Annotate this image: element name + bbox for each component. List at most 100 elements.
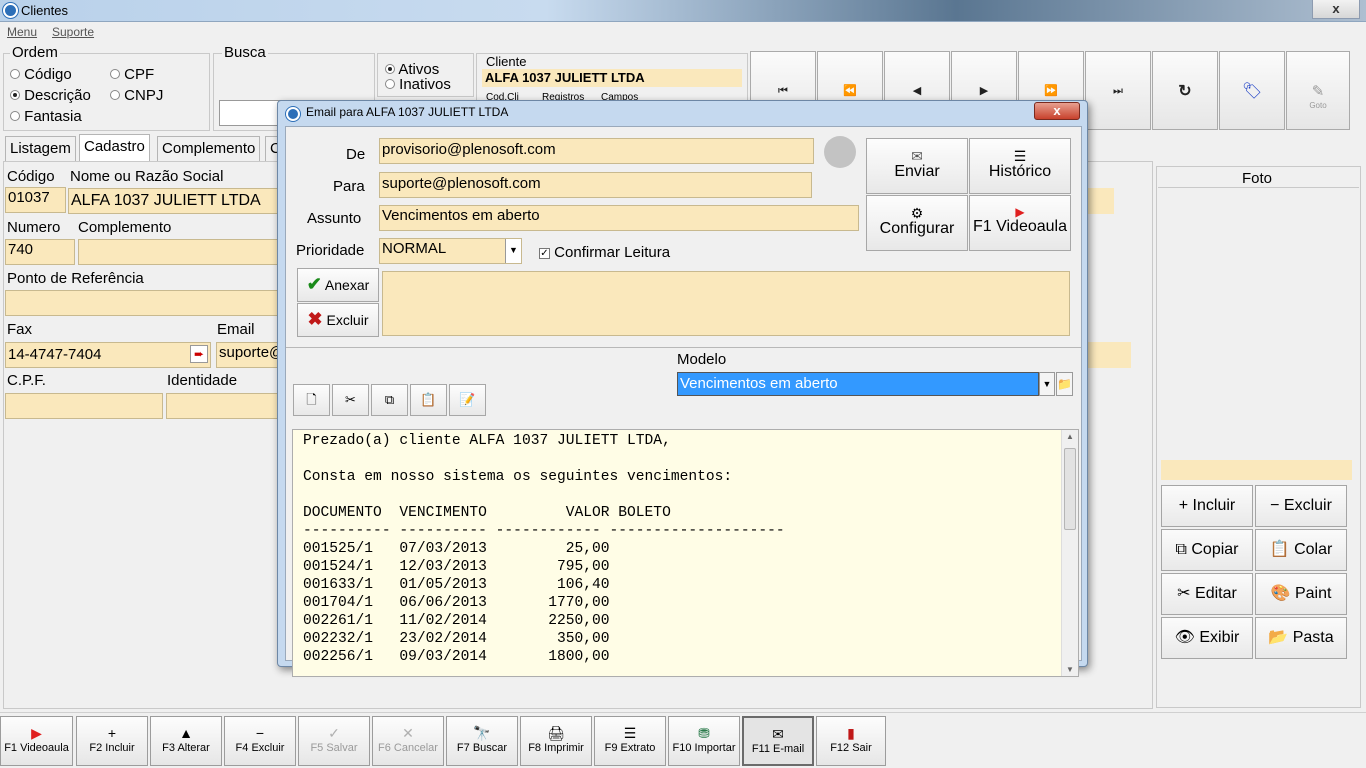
foto-copiar-button[interactable]: ⧉ Copiar (1161, 529, 1253, 571)
foto-exibir-button[interactable]: 👁 Exibir (1161, 617, 1253, 659)
f4-label: F4 Excluir (235, 742, 285, 754)
divider (286, 347, 1081, 348)
email-field[interactable]: suporte@ (216, 342, 280, 368)
fax-value: 14-4747-7404 (8, 346, 102, 363)
f7-button[interactable]: 🔭 F7 Buscar (446, 716, 518, 766)
tab-complemento[interactable]: Complemento (157, 136, 261, 161)
para-label: Para (333, 178, 365, 195)
checkmark-icon[interactable]: ✓ (539, 247, 550, 259)
radio-ativos[interactable]: Ativos (385, 62, 439, 77)
chevron-down-icon[interactable]: ▼ (1039, 372, 1055, 396)
f6-icon: ✕ (402, 725, 414, 741)
identidade-field[interactable] (166, 393, 280, 419)
email-body-text[interactable]: Prezado(a) cliente ALFA 1037 JULIETT LTD… (293, 430, 1078, 666)
minus-icon: − (1270, 497, 1280, 514)
new-document-button[interactable]: 🗋 (293, 384, 330, 416)
attachments-list[interactable] (382, 271, 1070, 336)
radio-inativos-button[interactable] (385, 79, 395, 89)
tab-listagem[interactable]: Listagem (5, 136, 76, 161)
copy-icon: ⧉ (384, 392, 395, 407)
codigo-field[interactable]: 01037 (5, 187, 66, 213)
body-scrollbar[interactable]: ▲ ▼ (1061, 430, 1078, 676)
radio-descricao[interactable]: Descrição (10, 87, 91, 104)
foto-pasta-button[interactable]: 📂 Pasta (1255, 617, 1347, 659)
foto-paint-button[interactable]: 🎨 Paint (1255, 573, 1347, 615)
prioridade-select[interactable]: NORMAL ▼ (379, 238, 522, 264)
refresh-button[interactable]: ↻ (1152, 51, 1218, 130)
ponto-ref-field[interactable] (5, 290, 280, 316)
f12-label: F12 Sair (830, 742, 872, 754)
window-close-button[interactable]: x (1312, 0, 1360, 19)
videoaula-button[interactable]: ▶ F1 Videoaula (969, 195, 1071, 251)
prev-icon: ◀ (912, 85, 922, 97)
f12-button[interactable]: ▮ F12 Sair (816, 716, 886, 766)
nome-label: Nome ou Razão Social (70, 168, 224, 185)
radio-inativos[interactable]: Inativos (385, 77, 451, 92)
foto-colar-button[interactable]: 📋 Colar (1255, 529, 1347, 571)
radio-cpf-button[interactable] (110, 69, 120, 79)
foto-image-area (1158, 187, 1359, 455)
radio-ativos-button[interactable] (385, 64, 395, 74)
f6-button[interactable]: ✕ F6 Cancelar (372, 716, 444, 766)
complemento-field[interactable] (78, 239, 280, 265)
phone-dial-icon[interactable]: ➨ (190, 345, 208, 363)
fax-field[interactable]: 14-4747-7404 ➨ (5, 342, 211, 368)
last-record-button[interactable]: ⏭ (1085, 51, 1151, 130)
chevron-down-icon[interactable]: ▼ (505, 239, 521, 263)
copy-button[interactable]: ⧉ (371, 384, 408, 416)
f2-button[interactable]: + F2 Incluir (76, 716, 148, 766)
radio-fantasia-button[interactable] (10, 111, 20, 121)
radio-fantasia[interactable]: Fantasia (10, 108, 82, 125)
numero-field[interactable]: 740 (5, 239, 75, 265)
radio-descricao-button[interactable] (10, 90, 20, 100)
paste-button[interactable]: 📋 (410, 384, 447, 416)
tag-button[interactable]: 🏷 (1219, 51, 1285, 130)
excluir-anexo-button[interactable]: ✖ Excluir (297, 303, 379, 337)
f4-button[interactable]: − F4 Excluir (224, 716, 296, 766)
historico-button[interactable]: ☰ Histórico (969, 138, 1071, 194)
radio-cnpj[interactable]: CNPJ (110, 87, 163, 104)
para-field[interactable]: suporte@plenosoft.com (379, 172, 812, 198)
scroll-thumb[interactable] (1064, 448, 1076, 530)
cpf-field[interactable] (5, 393, 163, 419)
f1-button[interactable]: ▶ F1 Videoaula (0, 716, 73, 766)
enviar-button[interactable]: ✉ Enviar (866, 138, 968, 194)
copy-icon: ⧉ (1175, 541, 1187, 558)
f10-button[interactable]: ⛃ F10 Importar (668, 716, 740, 766)
assunto-field[interactable]: Vencimentos em aberto (379, 205, 859, 231)
radio-cnpj-button[interactable] (110, 90, 120, 100)
cut-button[interactable]: ✂ (332, 384, 369, 416)
confirmar-leitura-checkbox[interactable]: ✓ Confirmar Leitura (539, 244, 670, 261)
tab-cadastro[interactable]: Cadastro (79, 134, 150, 162)
foto-excluir-button[interactable]: − Excluir (1255, 485, 1347, 527)
radio-codigo[interactable]: Código (10, 66, 72, 83)
scroll-down-icon[interactable]: ▼ (1066, 665, 1074, 674)
nome-field[interactable]: ALFA 1037 JULIETT LTDA (68, 188, 280, 214)
f6-label: F6 Cancelar (378, 742, 438, 754)
f11-button[interactable]: ✉ F11 E-mail (742, 716, 814, 766)
folder-icon[interactable]: 📁 (1056, 372, 1073, 396)
anexar-button[interactable]: ✔ Anexar (297, 268, 379, 302)
foto-editar-button[interactable]: ✂ Editar (1161, 573, 1253, 615)
f9-button[interactable]: ☰ F9 Extrato (594, 716, 666, 766)
identidade-label: Identidade (167, 372, 238, 389)
goto-button[interactable]: ✎ Goto (1286, 51, 1350, 130)
email-body-editor[interactable]: Prezado(a) cliente ALFA 1037 JULIETT LTD… (292, 429, 1079, 677)
modelo-select[interactable]: Vencimentos em aberto (677, 372, 1039, 396)
radio-cpf[interactable]: CPF (110, 66, 154, 83)
edit-template-button[interactable]: 📝 (449, 384, 486, 416)
f3-button[interactable]: ▲ F3 Alterar (150, 716, 222, 766)
menu-item-suporte[interactable]: Suporte (52, 25, 94, 39)
fax-label: Fax (7, 321, 33, 338)
configurar-button[interactable]: ⚙ Configurar (866, 195, 968, 251)
scroll-up-icon[interactable]: ▲ (1066, 432, 1074, 441)
dialog-close-button[interactable]: x (1034, 102, 1080, 120)
radio-codigo-button[interactable] (10, 69, 20, 79)
foto-incluir-button[interactable]: + Incluir (1161, 485, 1253, 527)
x-red-icon: ✖ (307, 309, 323, 329)
f12-icon: ▮ (847, 725, 855, 741)
menu-item-menu[interactable]: Menu (7, 25, 37, 39)
f5-button[interactable]: ✓ F5 Salvar (298, 716, 370, 766)
de-field[interactable]: provisorio@plenosoft.com (379, 138, 814, 164)
f8-button[interactable]: 🖨 F8 Imprimir (520, 716, 592, 766)
